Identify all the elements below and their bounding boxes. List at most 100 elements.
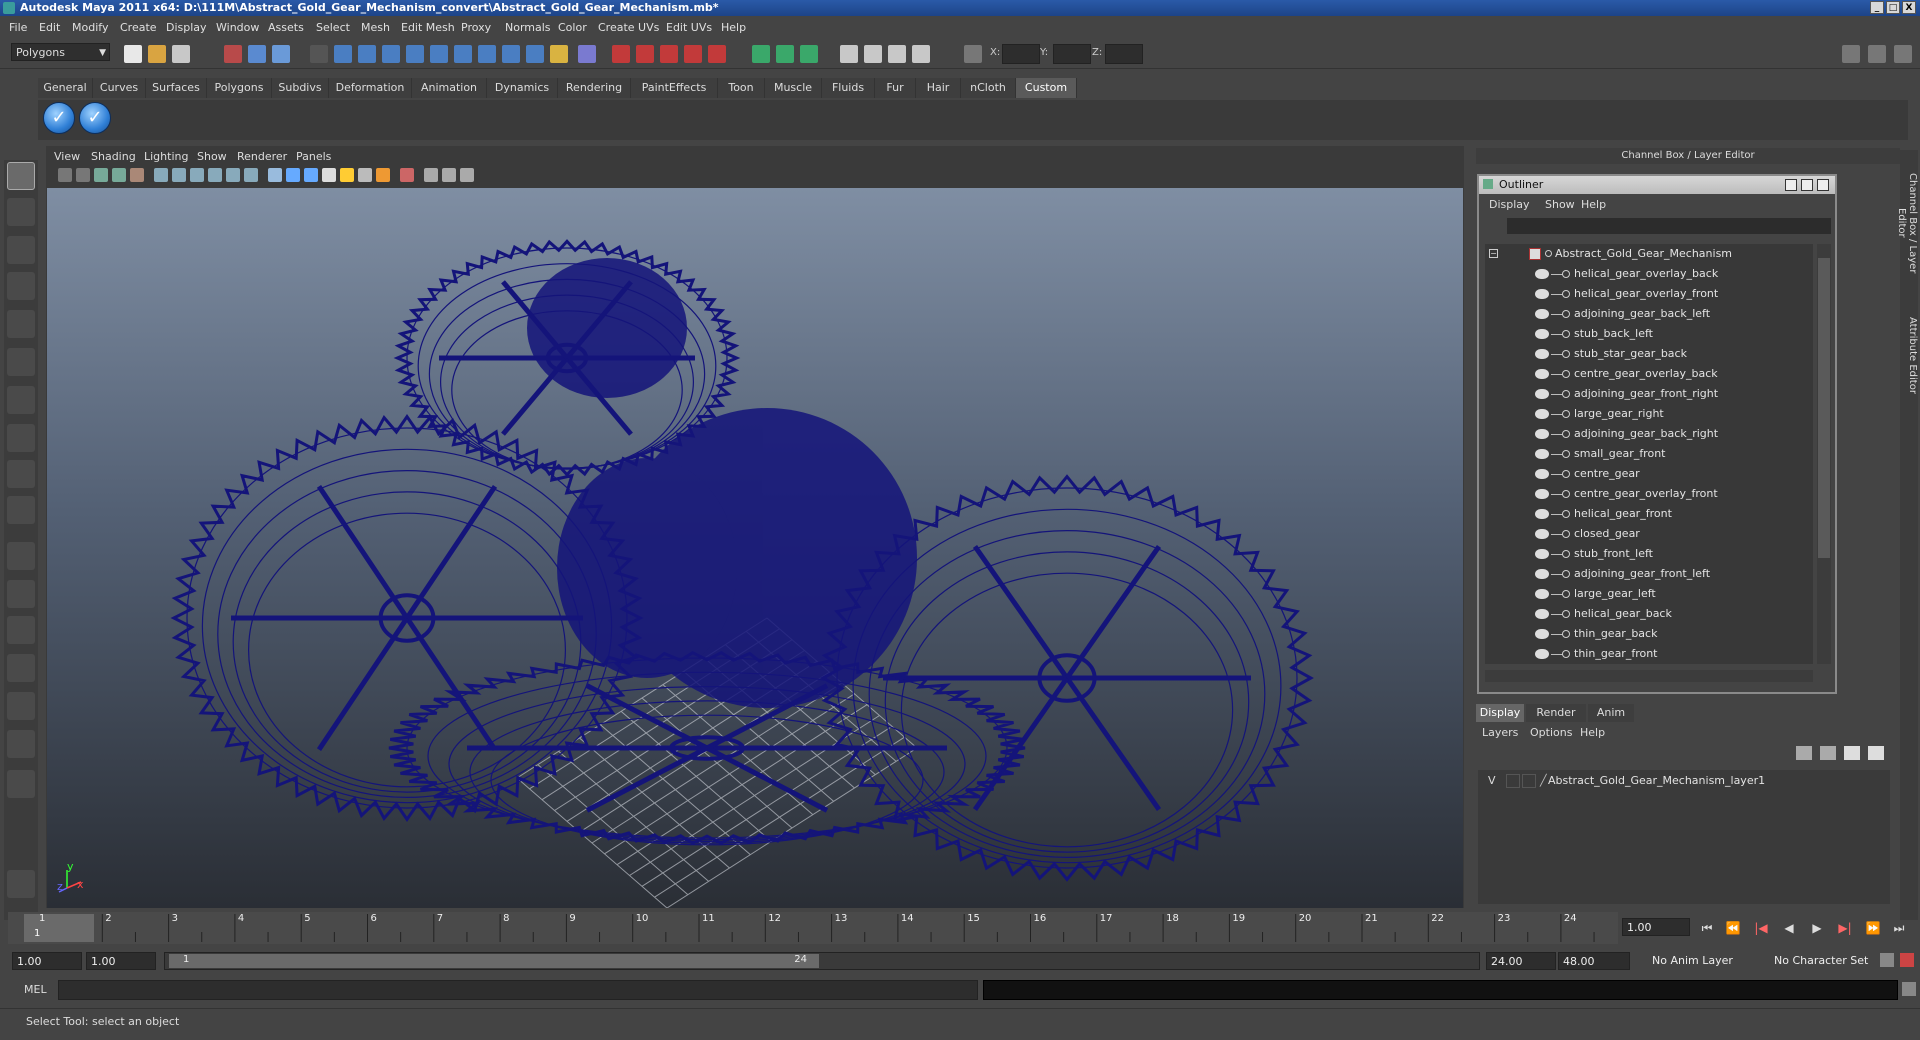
shelf-tab-deformation[interactable]: Deformation (329, 78, 412, 98)
outliner-item[interactable]: closed_gear (1485, 524, 1813, 544)
layout-options-icon[interactable] (7, 770, 35, 798)
animation-preferences-icon[interactable] (1900, 953, 1914, 967)
selection-mask-dropdown[interactable] (310, 45, 328, 63)
menu-proxy[interactable]: Proxy (461, 21, 491, 34)
viewport-menu-shading[interactable]: Shading (91, 150, 136, 163)
command-input[interactable] (58, 980, 978, 1000)
xray-icon[interactable] (424, 168, 438, 182)
outliner-item[interactable]: thin_gear_back (1485, 624, 1813, 644)
outliner-item[interactable]: large_gear_left (1485, 584, 1813, 604)
outliner-filter-field[interactable] (1507, 218, 1831, 234)
step-back-frame-icon[interactable]: |◀ (1752, 920, 1770, 936)
shelf-tab-rendering[interactable]: Rendering (558, 78, 631, 98)
output-ops-icon[interactable] (776, 45, 794, 63)
outliner-item[interactable]: thin_gear_front (1485, 644, 1813, 664)
layer-menu-layers[interactable]: Layers (1482, 726, 1518, 739)
paint-select-tool-icon[interactable] (7, 236, 35, 264)
shelf-tab-curves[interactable]: Curves (93, 78, 146, 98)
select-deformations-icon[interactable] (430, 45, 448, 63)
field-chart-icon[interactable] (226, 168, 240, 182)
perspective-viewport[interactable]: y x z (47, 188, 1463, 908)
viewport-menu-view[interactable]: View (54, 150, 80, 163)
open-scene-icon[interactable] (148, 45, 166, 63)
select-component-icon[interactable] (272, 45, 290, 63)
shelf-tab-subdivs[interactable]: Subdivs (272, 78, 329, 98)
range-slider[interactable]: 1 24 (164, 952, 1480, 970)
shelf-check-button-1[interactable]: ✓ (43, 102, 75, 134)
shelf-tab-hair[interactable]: Hair (916, 78, 961, 98)
step-back-key-icon[interactable]: ⏪ (1724, 920, 1742, 936)
construction-history-icon[interactable] (800, 45, 818, 63)
select-misc-icon[interactable] (502, 45, 520, 63)
viewport-menu-lighting[interactable]: Lighting (144, 150, 188, 163)
viewport-menu-panels[interactable]: Panels (296, 150, 331, 163)
layer-visibility-toggle[interactable]: V (1488, 774, 1496, 787)
outliner-item[interactable]: helical_gear_front (1485, 504, 1813, 524)
outliner-menu-help[interactable]: Help (1581, 198, 1606, 211)
layer-name[interactable]: Abstract_Gold_Gear_Mechanism_layer1 (1548, 774, 1765, 787)
bookmarks-icon[interactable] (94, 168, 108, 182)
wireframe-on-shaded-icon[interactable] (304, 168, 318, 182)
graph-editor-layout-icon[interactable] (7, 730, 35, 758)
outliner-item[interactable]: adjoining_gear_front_right (1485, 384, 1813, 404)
shelf-tab-animation[interactable]: Animation (412, 78, 487, 98)
menu-select[interactable]: Select (316, 21, 350, 34)
outliner-horizontal-scrollbar[interactable] (1485, 670, 1813, 682)
menu-edit[interactable]: Edit (39, 21, 60, 34)
shelf-tab-toon[interactable]: Toon (718, 78, 765, 98)
outliner-root-row[interactable]: − Abstract_Gold_Gear_Mechanism (1485, 244, 1813, 264)
script-editor-icon[interactable] (1902, 982, 1916, 996)
layer-display-type-toggle[interactable] (1506, 774, 1520, 788)
outliner-item[interactable]: large_gear_right (1485, 404, 1813, 424)
shelf-tab-muscle[interactable]: Muscle (765, 78, 822, 98)
y-field[interactable] (1053, 44, 1091, 64)
snap-curve-icon[interactable] (636, 45, 654, 63)
question-icon[interactable] (526, 45, 544, 63)
side-tab-attribute-editor[interactable]: Attribute Editor (1900, 310, 1918, 400)
outliner-item[interactable]: adjoining_gear_back_right (1485, 424, 1813, 444)
step-forward-frame-icon[interactable]: ▶| (1836, 920, 1854, 936)
viewport-menu-show[interactable]: Show (197, 150, 227, 163)
anim-layer-dropdown[interactable]: No Anim Layer (1648, 952, 1758, 970)
new-scene-icon[interactable] (124, 45, 142, 63)
viewport-menu-renderer[interactable]: Renderer (237, 150, 287, 163)
menu-display[interactable]: Display (166, 21, 207, 34)
snap-grid-icon[interactable] (612, 45, 630, 63)
isolate-select-icon[interactable] (400, 168, 414, 182)
xray-joints-icon[interactable] (442, 168, 456, 182)
perspective-outliner-layout-icon[interactable] (7, 616, 35, 644)
layer-menu-options[interactable]: Options (1530, 726, 1572, 739)
ipr-render-icon[interactable] (888, 45, 906, 63)
toggle-sidebar-icon[interactable] (1842, 45, 1860, 63)
layer-color-swatch[interactable] (1522, 774, 1536, 788)
maximize-button[interactable]: □ (1886, 1, 1900, 14)
outliner-item[interactable]: adjoining_gear_back_left (1485, 304, 1813, 324)
2d-pan-zoom-icon[interactable] (130, 168, 144, 182)
soft-modification-icon[interactable] (7, 424, 35, 452)
outliner-item[interactable]: helical_gear_back (1485, 604, 1813, 624)
shelf-tab-painteffects[interactable]: PaintEffects (631, 78, 718, 98)
menu-help[interactable]: Help (721, 21, 746, 34)
outliner-item[interactable]: helical_gear_overlay_front (1485, 284, 1813, 304)
menu-window[interactable]: Window (216, 21, 259, 34)
menu-normals[interactable]: Normals (505, 21, 551, 34)
lasso-tool-icon[interactable] (7, 198, 35, 226)
outliner-item[interactable]: small_gear_front (1485, 444, 1813, 464)
outliner-item[interactable]: centre_gear (1485, 464, 1813, 484)
outliner-menu-display[interactable]: Display (1489, 198, 1530, 211)
playback-end-field[interactable]: 24.00 (1486, 952, 1556, 970)
safe-action-icon[interactable] (244, 168, 258, 182)
outliner-item[interactable]: stub_star_gear_back (1485, 344, 1813, 364)
layer-tab-display[interactable]: Display (1476, 704, 1524, 722)
snap-point-icon[interactable] (660, 45, 678, 63)
menu-mesh[interactable]: Mesh (361, 21, 390, 34)
shelf-tab-dynamics[interactable]: Dynamics (487, 78, 558, 98)
menu-create-uvs[interactable]: Create UVs (598, 21, 659, 34)
grid-icon[interactable] (154, 168, 168, 182)
select-joints-icon[interactable] (358, 45, 376, 63)
outliner-title-bar[interactable]: Outliner (1479, 176, 1835, 194)
command-language-label[interactable]: MEL (24, 983, 47, 996)
snap-view-plane-icon[interactable] (684, 45, 702, 63)
select-dynamics-icon[interactable] (454, 45, 472, 63)
render-settings-icon[interactable] (912, 45, 930, 63)
